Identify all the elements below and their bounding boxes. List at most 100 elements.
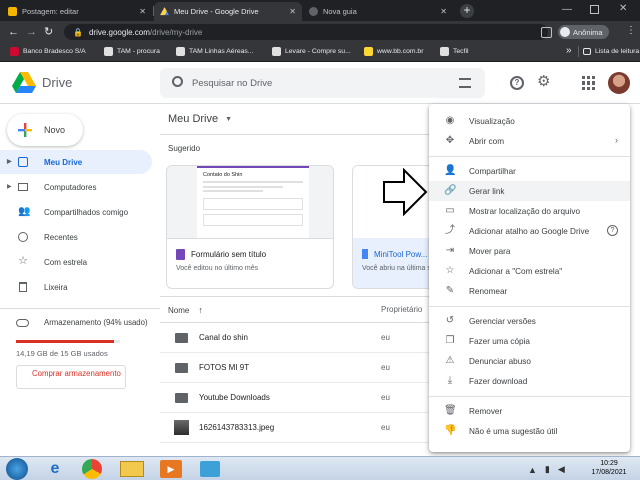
bookmark-tam-procura[interactable]: TAM - procura <box>104 47 160 56</box>
help-icon[interactable]: ? <box>510 76 524 90</box>
bookmark-tam-linhas[interactable]: TAM Linhas Aéreas... <box>176 47 253 56</box>
sidebar-item-recentes[interactable]: Recentes <box>0 225 152 249</box>
bookmark-label: Banco Bradesco S/A <box>23 48 86 55</box>
menu-item-renomear[interactable]: ✎ Renomear <box>429 281 630 301</box>
settings-gear-icon[interactable]: ⚙ <box>537 72 550 90</box>
chevron-right-icon: › <box>615 135 618 145</box>
suggested-card-form[interactable]: Contato do Shin Formulário sem título Vo… <box>166 165 334 289</box>
app-icon[interactable] <box>200 461 220 477</box>
file-owner: eu <box>381 393 390 402</box>
sidebar-item-label: Lixeira <box>44 282 68 292</box>
table-row[interactable]: Canal do shin eu <box>160 323 430 353</box>
new-button[interactable]: Novo <box>7 114 83 146</box>
avatar[interactable] <box>608 72 630 94</box>
menu-item-compartilhar[interactable]: 👤 Compartilhar <box>429 161 630 181</box>
close-window-icon[interactable]: ✕ <box>619 3 627 14</box>
storage-label: Armazenamento (94% usado) <box>44 318 148 327</box>
close-icon[interactable]: ✕ <box>289 7 296 16</box>
menu-item-com-estrela[interactable]: ☆ Adicionar a "Com estrela" <box>429 261 630 281</box>
menu-item-fazer-download[interactable]: ⤓ Fazer download <box>429 371 630 391</box>
sidebar-item-meu-drive[interactable]: ▶ Meu Drive <box>0 150 152 174</box>
new-tab-button[interactable]: + <box>460 4 474 18</box>
tray-arrow-icon[interactable]: ▲ <box>528 465 537 475</box>
column-header-name[interactable]: Nome ↑ <box>168 305 203 315</box>
table-row[interactable]: 1626143783313.jpeg eu <box>160 413 430 443</box>
sidebar-item-com-estrela[interactable]: ☆ Com estrela <box>0 250 152 274</box>
more-vert-icon[interactable]: ⋮ <box>626 25 636 36</box>
menu-item-mover-para[interactable]: ⇥ Mover para <box>429 241 630 261</box>
menu-item-fazer-copia[interactable]: ❐ Fazer uma cópia <box>429 331 630 351</box>
menu-separator <box>429 156 630 157</box>
menu-item-gerenciar-versoes[interactable]: ↺ Gerenciar versões <box>429 311 630 331</box>
storage-section[interactable]: Armazenamento (94% usado) <box>16 318 148 327</box>
menu-item-label: Fazer uma cópia <box>469 336 530 346</box>
profile-button[interactable]: Anônima <box>558 25 609 39</box>
close-icon[interactable]: ✕ <box>139 7 146 16</box>
bookmark-tecfil[interactable]: Tecfil <box>440 47 469 56</box>
tune-icon[interactable] <box>459 78 471 88</box>
profile-label: Anônima <box>573 27 603 37</box>
clock-date: 17/08/2021 <box>591 469 627 476</box>
maximize-icon[interactable] <box>590 5 599 14</box>
reading-list[interactable]: Lista de leitura <box>578 46 639 57</box>
buy-storage-button[interactable]: Comprar armazenamento <box>16 365 126 389</box>
close-icon[interactable]: ✕ <box>440 7 447 16</box>
address-bar[interactable]: 🔒 drive.google.com/drive/my-drive <box>64 24 548 40</box>
page-title: Meu Drive <box>168 113 219 125</box>
bookmark-label: TAM - procura <box>117 48 160 55</box>
explorer-icon[interactable] <box>120 461 144 477</box>
tab-meu-drive[interactable]: Meu Drive - Google Drive ✕ <box>154 2 302 21</box>
menu-item-gerar-link[interactable]: 🔗 Gerar link <box>429 181 630 201</box>
expand-arrow-icon[interactable]: ▶ <box>7 183 12 190</box>
copy-icon: ❐ <box>445 335 455 346</box>
expand-arrow-icon[interactable]: ▶ <box>7 158 12 165</box>
menu-item-label: Denunciar abuso <box>469 356 531 366</box>
table-row[interactable]: Youtube Downloads eu <box>160 383 430 413</box>
menu-item-mostrar-localizacao[interactable]: ▭ Mostrar localização do arquivo <box>429 201 630 221</box>
network-icon[interactable]: ▮ <box>545 464 550 475</box>
menu-item-label: Gerenciar versões <box>469 316 536 326</box>
search-icon[interactable] <box>172 76 183 87</box>
drive-logo-icon[interactable] <box>12 72 36 93</box>
back-arrow-icon[interactable]: ← <box>8 25 19 39</box>
menu-item-label: Remover <box>469 406 503 416</box>
tab-postagem[interactable]: Postagem: editar ✕ <box>2 2 152 21</box>
sidebar-item-lixeira[interactable]: Lixeira <box>0 275 152 299</box>
sidebar-item-compartilhados[interactable]: 👥 Compartilhados comigo <box>0 200 152 224</box>
tab-nova-guia[interactable]: Nova guia ✕ <box>303 2 453 21</box>
bookmark-bradesco[interactable]: Banco Bradesco S/A <box>10 47 86 56</box>
media-player-icon[interactable]: ▶ <box>160 460 182 478</box>
chrome-icon[interactable] <box>82 459 102 479</box>
bradesco-icon <box>10 47 19 56</box>
extension-icon[interactable] <box>541 27 552 38</box>
minimize-icon[interactable]: — <box>562 4 572 15</box>
menu-item-denunciar[interactable]: ⚠ Denunciar abuso <box>429 351 630 371</box>
table-row[interactable]: FOTOS MI 9T eu <box>160 353 430 383</box>
column-header-owner[interactable]: Proprietário <box>381 305 422 314</box>
help-icon[interactable]: ? <box>607 225 618 236</box>
menu-item-abrir-com[interactable]: ✥ Abrir com › <box>429 131 630 151</box>
eye-icon: ◉ <box>445 115 455 126</box>
search-input[interactable]: Pesquisar no Drive <box>160 68 485 98</box>
sidebar-item-computadores[interactable]: ▶ Computadores <box>0 175 152 199</box>
apps-grid-icon[interactable] <box>582 76 596 90</box>
shared-icon: 👥 <box>18 206 31 217</box>
bookmark-levare[interactable]: Levare - Compre su... <box>272 47 351 56</box>
menu-item-visualizacao[interactable]: ◉ Visualização <box>429 111 630 131</box>
form-preview: Contato do Shin <box>197 166 309 238</box>
menu-item-nao-util[interactable]: 👎 Não é uma sugestão útil <box>429 421 630 441</box>
page-title-button[interactable]: Meu Drive ▼ <box>168 113 232 125</box>
reload-icon[interactable]: ↻ <box>44 25 53 39</box>
forward-arrow-icon[interactable]: → <box>26 25 37 39</box>
menu-item-remover[interactable]: 🗑 Remover <box>429 401 630 421</box>
column-name-label: Nome <box>168 305 190 315</box>
volume-icon[interactable]: ◀ <box>558 464 565 475</box>
clock[interactable]: 10:29 17/08/2021 <box>586 459 632 477</box>
bookmark-bb[interactable]: www.bb.com.br <box>364 47 423 56</box>
person-add-icon: 👤 <box>444 165 457 176</box>
sort-arrow-up-icon[interactable]: ↑ <box>198 305 203 315</box>
ie-icon[interactable]: e <box>44 460 66 478</box>
start-button[interactable] <box>6 458 28 480</box>
menu-item-adicionar-atalho[interactable]: ⤴ Adicionar atalho ao Google Drive? <box>429 221 630 241</box>
bookmarks-more-button[interactable]: » <box>566 45 572 56</box>
